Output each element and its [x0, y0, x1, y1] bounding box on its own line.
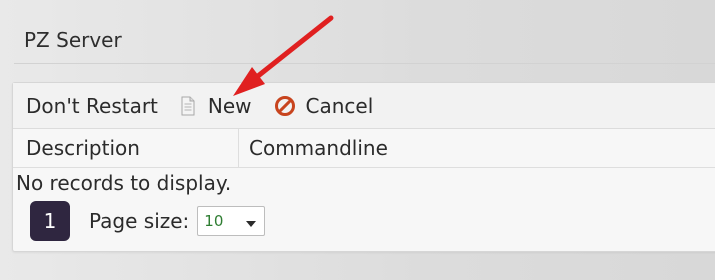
grid-header-row: Description Commandline — [13, 129, 715, 168]
title-divider — [14, 63, 715, 64]
document-icon — [180, 96, 196, 116]
dont-restart-label: Don't Restart — [26, 93, 158, 118]
grid-toolbar: Don't Restart New Cancel — [13, 83, 715, 129]
page-size-value: 10 — [204, 212, 224, 230]
page-title: PZ Server — [24, 28, 122, 52]
column-header-description[interactable]: Description — [13, 129, 239, 167]
page-button-current[interactable]: 1 — [30, 201, 70, 241]
no-entry-icon — [274, 95, 296, 117]
page-size-dropdown[interactable]: 10 — [197, 206, 266, 236]
column-header-label: Commandline — [249, 136, 388, 160]
screenshot-stage: PZ Server Don't Restart New Cancel Descr… — [0, 0, 715, 280]
commands-grid-panel: Don't Restart New Cancel Description Com… — [12, 82, 715, 252]
cancel-button[interactable]: Cancel — [274, 93, 374, 118]
dont-restart-button[interactable]: Don't Restart — [26, 94, 158, 118]
new-label: New — [207, 93, 252, 118]
column-header-commandline[interactable]: Commandline — [239, 129, 715, 167]
no-records-message: No records to display. — [16, 171, 232, 195]
pager: 1 Page size: 10 — [30, 201, 266, 241]
column-header-label: Description — [26, 136, 140, 160]
new-button[interactable]: New — [180, 94, 252, 118]
page-size-label: Page size: — [89, 209, 190, 233]
cancel-label: Cancel — [305, 93, 374, 118]
caret-down-icon — [245, 209, 257, 233]
